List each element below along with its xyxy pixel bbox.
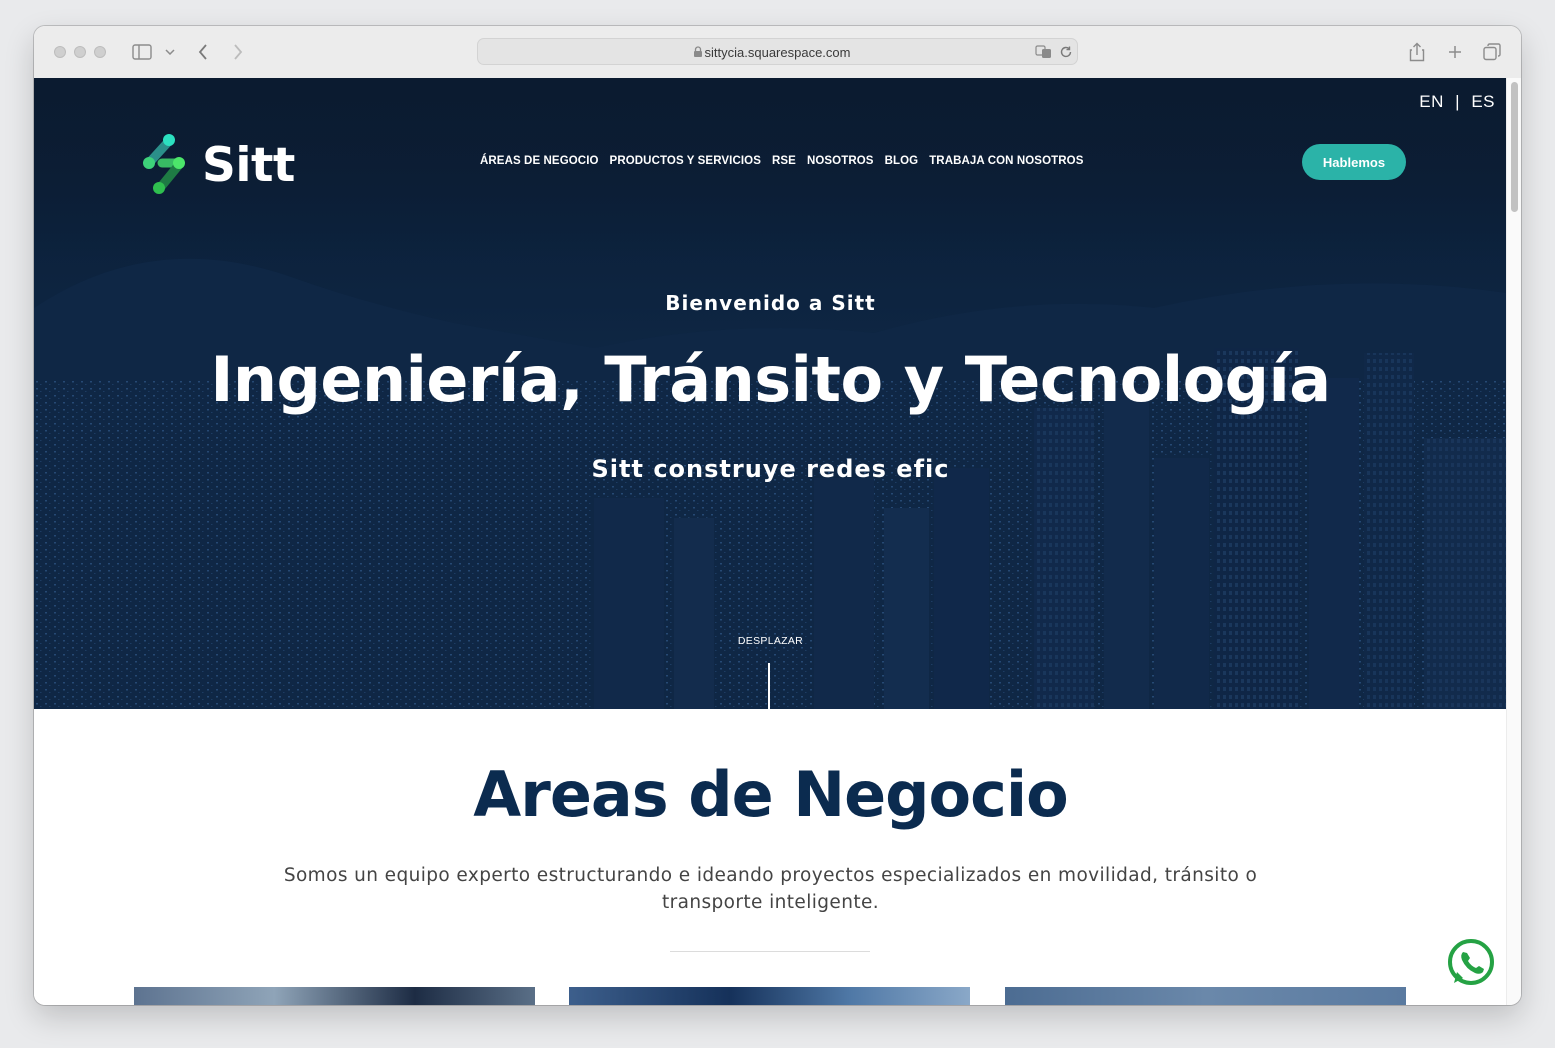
area-card-image-1[interactable] — [134, 987, 535, 1005]
browser-window: sittycia.squarespace.com EN | ES Sitt ÁR… — [34, 26, 1521, 1005]
scroll-indicator-line — [768, 663, 770, 709]
nav-item-blog[interactable]: BLOG — [885, 155, 919, 167]
brand-name: Sitt — [202, 137, 295, 193]
hablemos-button[interactable]: Hablemos — [1302, 144, 1406, 180]
tab-overview-icon[interactable] — [1482, 40, 1502, 64]
url-text: sittycia.squarespace.com — [704, 45, 851, 60]
address-bar[interactable]: sittycia.squarespace.com — [477, 38, 1078, 65]
areas-section-description: Somos un equipo experto estructurando e … — [283, 865, 1258, 913]
new-tab-icon[interactable] — [1445, 40, 1465, 64]
main-nav: ÁREAS DE NEGOCIO PRODUCTOS Y SERVICIOS R… — [480, 155, 1083, 167]
minimize-window-button[interactable] — [74, 46, 86, 58]
scrollbar-thumb[interactable] — [1511, 82, 1518, 212]
site-logo[interactable]: Sitt — [140, 132, 295, 198]
lang-en-link[interactable]: EN — [1419, 92, 1444, 111]
back-arrow-icon[interactable] — [194, 40, 212, 64]
area-card-image-3[interactable] — [1005, 987, 1406, 1005]
sitt-logo-icon — [143, 134, 185, 194]
browser-toolbar: sittycia.squarespace.com — [34, 26, 1521, 79]
sidebar-toggle-icon[interactable] — [131, 40, 153, 64]
areas-section-title: Areas de Negocio — [473, 758, 1068, 831]
language-switcher: EN | ES — [1419, 92, 1495, 112]
nav-item-areas-de-negocio[interactable]: ÁREAS DE NEGOCIO — [480, 155, 599, 167]
hero-title: Ingeniería, Tránsito y Tecnología — [210, 343, 1331, 416]
nav-item-productos-y-servicios[interactable]: PRODUCTOS Y SERVICIOS — [610, 155, 761, 167]
chevron-down-icon[interactable] — [163, 40, 177, 64]
section-divider — [670, 951, 870, 952]
lang-separator: | — [1455, 92, 1461, 111]
forward-arrow-icon[interactable] — [229, 40, 247, 64]
whatsapp-icon[interactable] — [1446, 938, 1496, 988]
share-icon[interactable] — [1407, 40, 1427, 64]
scroll-indicator-label[interactable]: DESPLAZAR — [34, 635, 1507, 647]
lang-es-link[interactable]: ES — [1471, 92, 1495, 111]
page-viewport: EN | ES Sitt ÁREAS DE NEGOCIO PRODUCTOS … — [34, 78, 1507, 1005]
reload-icon[interactable] — [1059, 45, 1073, 59]
hero-section: EN | ES Sitt ÁREAS DE NEGOCIO PRODUCTOS … — [34, 78, 1507, 709]
hero-eyebrow: Bienvenido a Sitt — [665, 291, 876, 315]
nav-item-rse[interactable]: RSE — [772, 155, 796, 167]
nav-item-nosotros[interactable]: NOSOTROS — [807, 155, 874, 167]
area-card-image-2[interactable] — [569, 987, 970, 1005]
page-scrollbar[interactable] — [1506, 78, 1521, 1005]
hero-subtitle: Sitt construye redes efic — [591, 455, 950, 483]
zoom-window-button[interactable] — [94, 46, 106, 58]
nav-item-trabaja-con-nosotros[interactable]: TRABAJA CON NOSOTROS — [929, 155, 1083, 167]
close-window-button[interactable] — [54, 46, 66, 58]
translate-icon[interactable] — [1035, 45, 1053, 59]
